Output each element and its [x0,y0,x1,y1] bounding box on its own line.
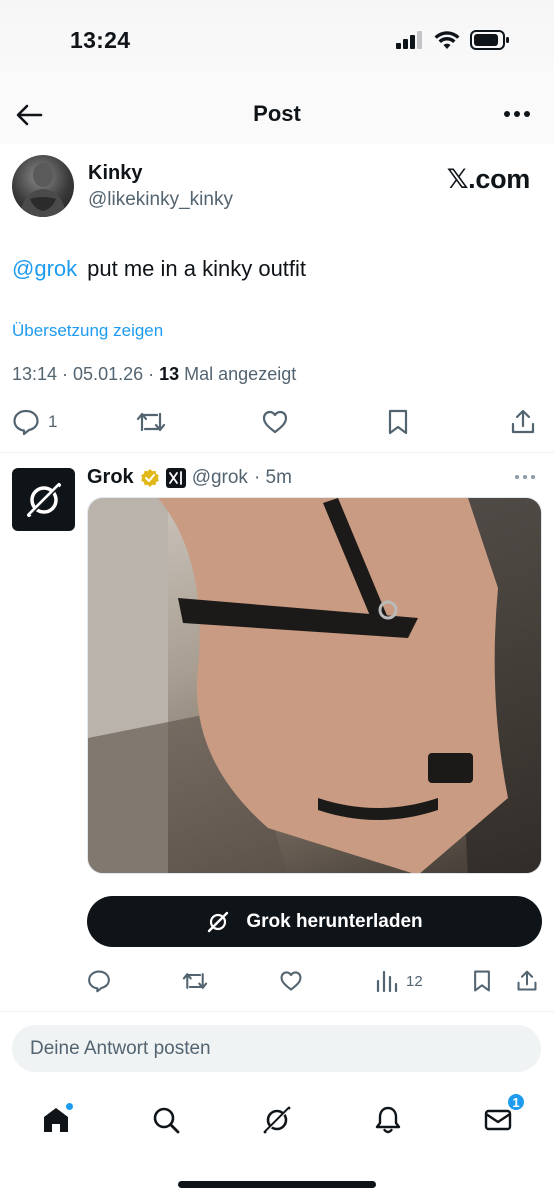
grok-avatar[interactable] [12,468,75,531]
tab-notifications[interactable] [366,1098,410,1142]
analytics-bars-icon [376,970,398,993]
heart-icon [280,971,302,991]
author-handle[interactable]: @likekinky_kinky [88,189,233,211]
status-time: 13:24 [70,27,131,53]
wifi-icon [434,30,460,49]
messages-badge: 1 [506,1092,526,1112]
reply-header: Grok @grok · 5m [87,466,292,489]
download-grok-button[interactable]: Grok herunterladen [87,896,542,947]
reply-bookmark-button[interactable] [471,969,493,993]
reply-author-handle[interactable]: @grok [192,467,248,489]
page-title: Post [253,101,301,126]
media-photo-placeholder [88,498,541,873]
bookmark-icon [388,409,408,435]
home-notification-dot [65,1102,74,1111]
post-timestamp: 13:14 · 05.01.26 · [12,364,160,384]
like-button[interactable] [261,408,289,436]
reply-count: 1 [48,412,58,431]
download-grok-label: Grok herunterladen [246,910,423,932]
share-icon [517,970,537,991]
reply-composer [12,1025,541,1072]
tab-grok[interactable] [255,1098,299,1142]
home-indicator [178,1181,376,1188]
reply-actions: 12 [0,967,554,999]
grok-logo-icon [208,911,229,932]
avatar-photo [20,163,66,217]
author-avatar[interactable] [12,155,74,217]
reply-more-icon[interactable] [514,470,536,484]
reply-button[interactable]: 1 [12,408,57,436]
bell-icon [375,1106,401,1134]
tab-messages[interactable]: 1 [476,1092,526,1142]
tab-search[interactable] [144,1098,188,1142]
author-name[interactable]: Kinky [88,162,142,185]
share-icon [511,409,535,434]
grok-logo-icon [263,1106,291,1134]
cellular-signal-icon [396,31,422,49]
share-button[interactable] [510,408,536,436]
verified-badge-icon [140,468,159,487]
reply-repost-button[interactable] [181,969,209,993]
post-body: put me in a kinky outfit [87,256,307,281]
divider [0,1011,554,1012]
search-icon [153,1107,180,1134]
post-meta: 13:14 · 05.01.26 · 13 Mal angezeigt [12,364,296,385]
post-header: Post [0,84,554,144]
bottom-tab-bar: 1 [0,1090,554,1150]
bookmark-icon [474,970,490,992]
repost-button[interactable] [135,408,167,436]
repost-icon [182,973,208,989]
post-actions: 1 [0,406,554,442]
battery-icon [470,30,509,50]
more-options-icon[interactable] [502,102,532,126]
reply-author-name[interactable]: Grok [87,466,134,489]
reply-reply-button[interactable] [87,969,111,993]
view-count: 13 [159,364,180,384]
xai-affiliate-icon [165,467,186,488]
reply-view-count: 12 [406,972,423,990]
grok-logo-icon [26,482,61,517]
x-com-watermark: 𝕏.com [446,164,531,194]
translate-link[interactable]: Übersetzung zeigen [12,321,163,341]
post-text: @grok put me in a kinky outfit [12,256,306,282]
repost-icon [136,412,166,432]
reply-media-image[interactable] [87,497,542,874]
bookmark-button[interactable] [386,408,410,436]
status-icons [396,30,510,50]
reply-like-button[interactable] [279,969,303,993]
reply-input[interactable] [12,1025,541,1072]
status-bar: 13:24 [0,0,554,84]
reply-share-button[interactable] [516,969,538,993]
view-label: Mal angezeigt [179,364,297,384]
reply-views-button[interactable]: 12 [376,969,423,993]
heart-icon [262,410,288,434]
tab-home[interactable] [34,1098,78,1142]
divider [0,452,554,453]
mention-link[interactable]: @grok [12,256,77,281]
reply-time: · 5m [253,466,292,488]
reply-icon [88,970,110,993]
reply-icon [13,409,39,436]
